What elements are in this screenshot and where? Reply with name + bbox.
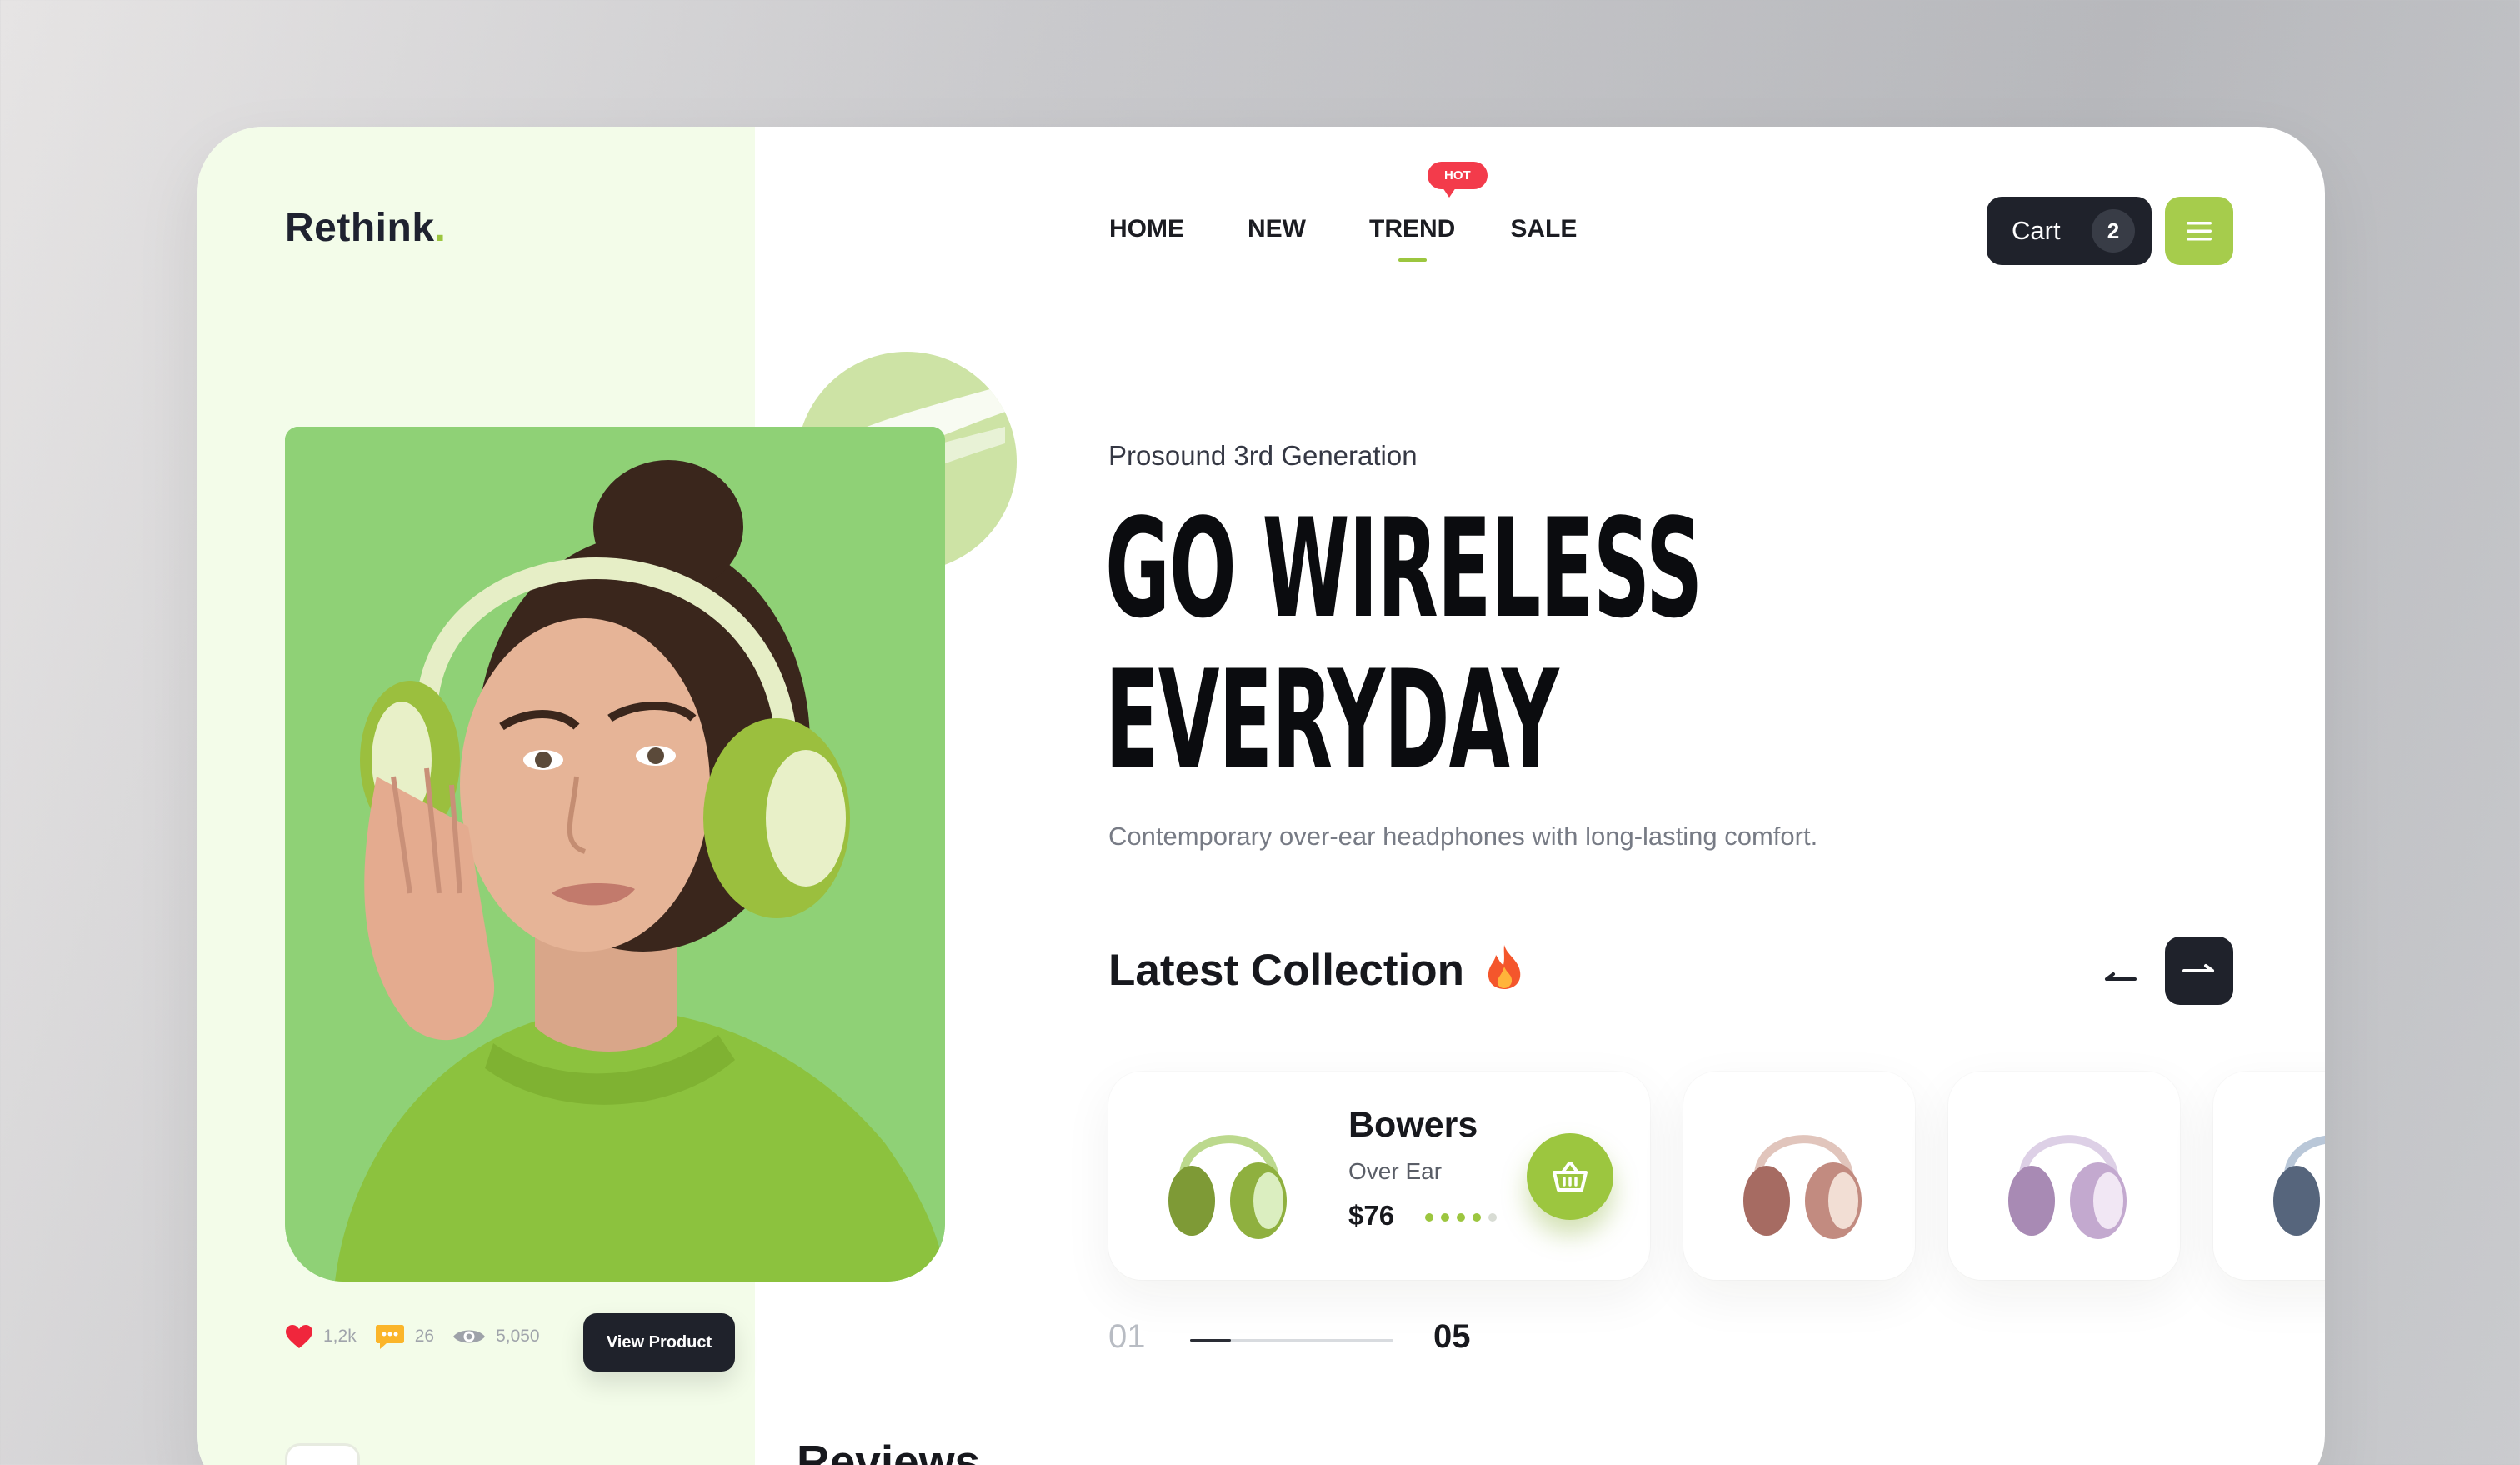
nav-home-label: HOME	[1109, 215, 1184, 242]
prev-arrow-button[interactable]	[2102, 967, 2138, 992]
menu-button[interactable]	[2165, 197, 2233, 265]
hot-badge: HOT	[1428, 162, 1488, 198]
product-price: $76	[1348, 1200, 1395, 1231]
arrow-right-icon	[2182, 964, 2214, 972]
comments-stat[interactable]: 26	[375, 1323, 434, 1350]
heart-icon	[286, 1325, 312, 1348]
pager-progress-track[interactable]	[1190, 1339, 1393, 1342]
hero-headline-line-1: GO WIRELESS	[1105, 489, 1702, 648]
pager-progress-fill	[1190, 1339, 1231, 1342]
product-type: Over Ear	[1348, 1158, 1442, 1184]
pink-headphones-image	[1743, 1135, 1862, 1239]
rating-dot	[1488, 1213, 1497, 1222]
pager-current: 01	[1108, 1318, 1146, 1355]
green-headphones-image	[1168, 1135, 1287, 1239]
view-product-button[interactable]: View Product	[583, 1313, 735, 1372]
nav-sale-label: SALE	[1510, 215, 1578, 242]
rating-dot	[1457, 1213, 1465, 1222]
next-arrow-button[interactable]	[2165, 937, 2233, 1005]
rating-dot	[1441, 1213, 1449, 1222]
nav-new[interactable]: NEW	[1248, 215, 1306, 243]
app-window: Rethink. HOME NEW TREND HOT SALE Cart 2	[197, 127, 2325, 1465]
views-stat: 5,050	[452, 1326, 540, 1348]
add-to-cart-button[interactable]	[1527, 1133, 1613, 1220]
product-card-pink[interactable]	[1683, 1072, 1915, 1280]
nav-trend-label: TREND	[1369, 215, 1456, 242]
brand-name: Rethink	[285, 206, 435, 250]
views-count: 5,050	[496, 1327, 540, 1346]
eye-icon	[453, 1330, 486, 1343]
hero-description: Contemporary over-ear headphones with lo…	[1108, 822, 1818, 851]
product-card-blue[interactable]	[2213, 1072, 2325, 1280]
likes-stat[interactable]: 1,2k	[285, 1324, 357, 1349]
hero-model-image	[285, 427, 945, 1282]
basket-icon	[1552, 1162, 1588, 1192]
rating-dot	[1472, 1213, 1481, 1222]
lilac-headphones-image	[2008, 1135, 2127, 1239]
rating-dot	[1425, 1213, 1433, 1222]
nav-trend[interactable]: TREND HOT	[1369, 162, 1488, 243]
nav-sale[interactable]: SALE	[1510, 215, 1577, 243]
product-rating	[1425, 1213, 1497, 1222]
product-card-lilac[interactable]	[1948, 1072, 2180, 1280]
nav-new-label: NEW	[1248, 215, 1306, 242]
latest-collection-title: Latest Collection	[1108, 946, 1465, 995]
cart-button[interactable]: Cart 2	[1987, 197, 2152, 265]
latest-collection-heading: Latest Collection	[1108, 943, 1523, 996]
chat-bubble-icon	[375, 1325, 404, 1349]
blue-headphones-image	[2273, 1136, 2325, 1236]
main-nav: HOME NEW TREND HOT SALE	[1109, 162, 1640, 243]
hero-headline: GO WIRELESS EVERYDAY	[1105, 493, 1702, 797]
arrow-left-icon	[2105, 972, 2137, 981]
pager-total: 05	[1433, 1318, 1471, 1355]
fire-icon	[1488, 945, 1521, 989]
brand-dot: .	[434, 206, 447, 250]
cart-label: Cart	[2012, 216, 2061, 245]
cart-count-badge: 2	[2092, 209, 2135, 252]
brand-logo[interactable]: Rethink.	[285, 205, 446, 251]
secondary-card-preview	[285, 1443, 360, 1465]
hero-subtitle: Prosound 3rd Generation	[1108, 440, 1418, 471]
likes-count: 1,2k	[323, 1327, 357, 1346]
comments-count: 26	[414, 1327, 435, 1346]
hero-headline-line-2: EVERYDAY	[1105, 641, 1559, 800]
hamburger-icon	[2187, 222, 2212, 241]
nav-home[interactable]: HOME	[1109, 215, 1184, 243]
woman-with-headphones-illustration	[285, 427, 945, 1282]
product-card-featured[interactable]: Bowers Over Ear $76	[1108, 1072, 1650, 1280]
product-name: Bowers	[1348, 1105, 1478, 1145]
reviews-heading: Reviews	[797, 1436, 981, 1465]
engagement-stats: 1,2k 26 5,050	[285, 1323, 558, 1350]
